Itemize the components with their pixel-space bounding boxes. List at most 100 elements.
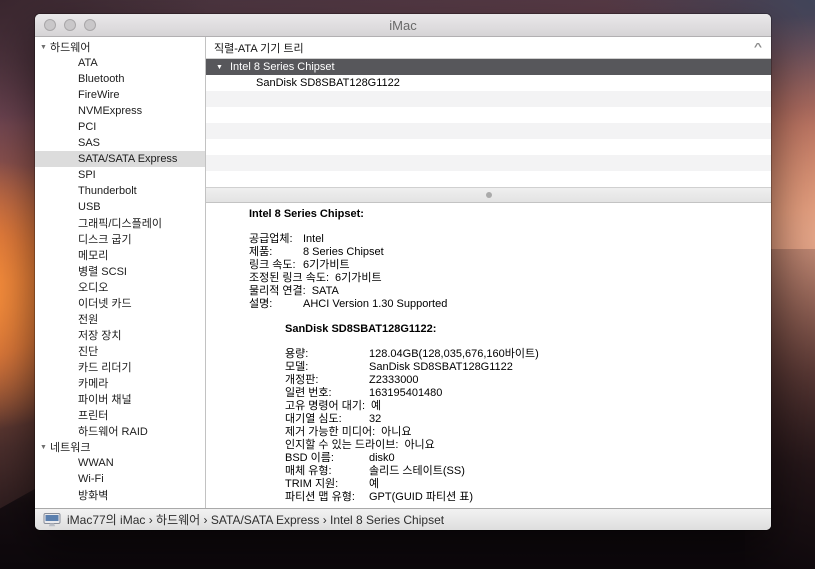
detail-value: disk0 <box>369 452 395 465</box>
sidebar-item[interactable]: 파이버 채널 <box>35 391 205 407</box>
sidebar-item[interactable]: 카메라 <box>35 375 205 391</box>
sidebar-item-label: SAS <box>78 137 100 149</box>
close-button[interactable] <box>44 19 56 31</box>
device-tree-row[interactable]: SanDisk SD8SBAT128G1122 <box>206 75 771 91</box>
sidebar-item-label: 이더넷 카드 <box>78 295 132 311</box>
detail-group: Intel 8 Series Chipset: 공급업체:Intel제품:8 Se… <box>249 208 771 311</box>
sidebar-item[interactable]: USB <box>35 199 205 215</box>
sidebar-item[interactable]: 프린터 <box>35 407 205 423</box>
sidebar-item-label: 파이버 채널 <box>78 391 132 407</box>
collapse-chevron-icon[interactable]: ^ <box>754 42 762 53</box>
sidebar-item[interactable]: 디스크 굽기 <box>35 231 205 247</box>
sidebar-item-label: FireWire <box>78 89 120 101</box>
sidebar-item[interactable]: SPI <box>35 167 205 183</box>
detail-row: 대기열 심도:32 <box>285 413 771 426</box>
sidebar-item[interactable]: 병렬 SCSI <box>35 263 205 279</box>
detail-label: 고유 명령어 대기: <box>285 400 371 413</box>
sidebar-item-label: SPI <box>78 169 96 181</box>
sidebar-item[interactable]: WWAN <box>35 455 205 471</box>
zoom-button[interactable] <box>84 19 96 31</box>
sidebar-item[interactable]: Bluetooth <box>35 71 205 87</box>
content-pane: 직렬-ATA 기기 트리 ^ ▼Intel 8 Series ChipsetSa… <box>206 37 771 508</box>
sidebar-item-label: USB <box>78 201 101 213</box>
sidebar-section-1[interactable]: ▼네트워크 <box>35 439 205 455</box>
sidebar-list[interactable]: ▼하드웨어ATABluetoothFireWireNVMExpressPCISA… <box>35 37 206 508</box>
device-tree-row-label: Intel 8 Series Chipset <box>230 61 335 73</box>
detail-value: AHCI Version 1.30 Supported <box>303 298 447 311</box>
sidebar-item[interactable]: NVMExpress <box>35 103 205 119</box>
computer-icon <box>43 513 61 527</box>
detail-value: 163195401480 <box>369 387 442 400</box>
detail-label: 제거 가능한 미디어: <box>285 426 381 439</box>
device-tree-empty-row <box>206 107 771 123</box>
detail-label: 인지할 수 있는 드라이브: <box>285 439 404 452</box>
sidebar-item-label: Wi-Fi <box>78 473 104 485</box>
sidebar-item[interactable]: SATA/SATA Express <box>35 151 205 167</box>
detail-label: BSD 이름: <box>285 452 369 465</box>
detail-row: 물리적 연결:SATA <box>249 285 771 298</box>
detail-row: BSD 이름:disk0 <box>285 452 771 465</box>
disclosure-triangle-icon[interactable]: ▼ <box>40 444 50 451</box>
sidebar-item[interactable]: FireWire <box>35 87 205 103</box>
sidebar-item[interactable]: 메모리 <box>35 247 205 263</box>
sidebar-item[interactable]: 그래픽/디스플레이 <box>35 215 205 231</box>
device-tree-list[interactable]: ▼Intel 8 Series ChipsetSanDisk SD8SBAT12… <box>206 59 771 187</box>
detail-row: 설명:AHCI Version 1.30 Supported <box>249 298 771 311</box>
detail-label: 매체 유형: <box>285 465 369 478</box>
sidebar-item-label: 카메라 <box>78 375 108 391</box>
sidebar-item[interactable]: 이더넷 카드 <box>35 295 205 311</box>
sidebar-item[interactable]: 저장 장치 <box>35 327 205 343</box>
detail-group-title: Intel 8 Series Chipset: <box>249 208 771 221</box>
detail-value: GPT(GUID 파티션 표) <box>369 491 473 504</box>
device-tree-empty-row <box>206 123 771 139</box>
detail-label: 조정된 링크 속도: <box>249 272 335 285</box>
sidebar-section-label: 하드웨어 <box>50 39 90 55</box>
sidebar-item-label: 그래픽/디스플레이 <box>78 215 162 231</box>
sidebar-item[interactable]: SAS <box>35 135 205 151</box>
detail-row: TRIM 지원:예 <box>285 478 771 491</box>
sidebar-item-label: 메모리 <box>78 247 108 263</box>
disclosure-triangle-icon[interactable]: ▼ <box>216 64 230 71</box>
detail-label: 대기열 심도: <box>285 413 369 426</box>
sidebar-item-label: 저장 장치 <box>78 327 122 343</box>
detail-row: 개정판:Z2333000 <box>285 374 771 387</box>
device-tree-row[interactable]: ▼Intel 8 Series Chipset <box>206 59 771 75</box>
detail-label: 일련 번호: <box>285 387 369 400</box>
detail-label: 제품: <box>249 246 303 259</box>
pane-splitter[interactable] <box>206 187 771 203</box>
sidebar-item[interactable]: 하드웨어 RAID <box>35 423 205 439</box>
sidebar-item[interactable]: Wi-Fi <box>35 471 205 487</box>
sidebar-item[interactable]: PCI <box>35 119 205 135</box>
sidebar-item-label: 오디오 <box>78 279 108 295</box>
detail-value: 예 <box>371 400 381 413</box>
sidebar-item[interactable]: 방화벽 <box>35 487 205 503</box>
detail-value: Intel <box>303 233 324 246</box>
sidebar-item[interactable]: ATA <box>35 55 205 71</box>
detail-label: 공급업체: <box>249 233 303 246</box>
sidebar-item[interactable]: 오디오 <box>35 279 205 295</box>
detail-group: SanDisk SD8SBAT128G1122:용량:128.04GB(128,… <box>285 323 771 504</box>
statusbar: iMac77의 iMac › 하드웨어 › SATA/SATA Express … <box>35 508 771 530</box>
detail-label: 용량: <box>285 348 369 361</box>
sidebar-item[interactable]: 진단 <box>35 343 205 359</box>
sidebar-section-0[interactable]: ▼하드웨어 <box>35 39 205 55</box>
minimize-button[interactable] <box>64 19 76 31</box>
details-panel[interactable]: Intel 8 Series Chipset: 공급업체:Intel제품:8 Se… <box>206 203 771 508</box>
sidebar-item[interactable]: 전원 <box>35 311 205 327</box>
disclosure-triangle-icon[interactable]: ▼ <box>40 44 50 51</box>
titlebar[interactable]: iMac <box>35 14 771 37</box>
device-tree-empty-row <box>206 155 771 171</box>
sidebar-item-label: PCI <box>78 121 96 133</box>
detail-row: 모델:SanDisk SD8SBAT128G1122 <box>285 361 771 374</box>
detail-value: 6기가비트 <box>303 259 350 272</box>
breadcrumb: iMac77의 iMac › 하드웨어 › SATA/SATA Express … <box>67 511 444 528</box>
sidebar-item[interactable]: Thunderbolt <box>35 183 205 199</box>
sidebar-item[interactable]: 카드 리더기 <box>35 359 205 375</box>
detail-row: 제품:8 Series Chipset <box>249 246 771 259</box>
detail-group-title: SanDisk SD8SBAT128G1122: <box>285 323 771 336</box>
splitter-handle-icon[interactable] <box>486 192 492 198</box>
detail-label: 모델: <box>285 361 369 374</box>
detail-row: 링크 속도:6기가비트 <box>249 259 771 272</box>
sidebar-item-label: 병렬 SCSI <box>78 263 127 279</box>
window-body: ▼하드웨어ATABluetoothFireWireNVMExpressPCISA… <box>35 37 771 508</box>
